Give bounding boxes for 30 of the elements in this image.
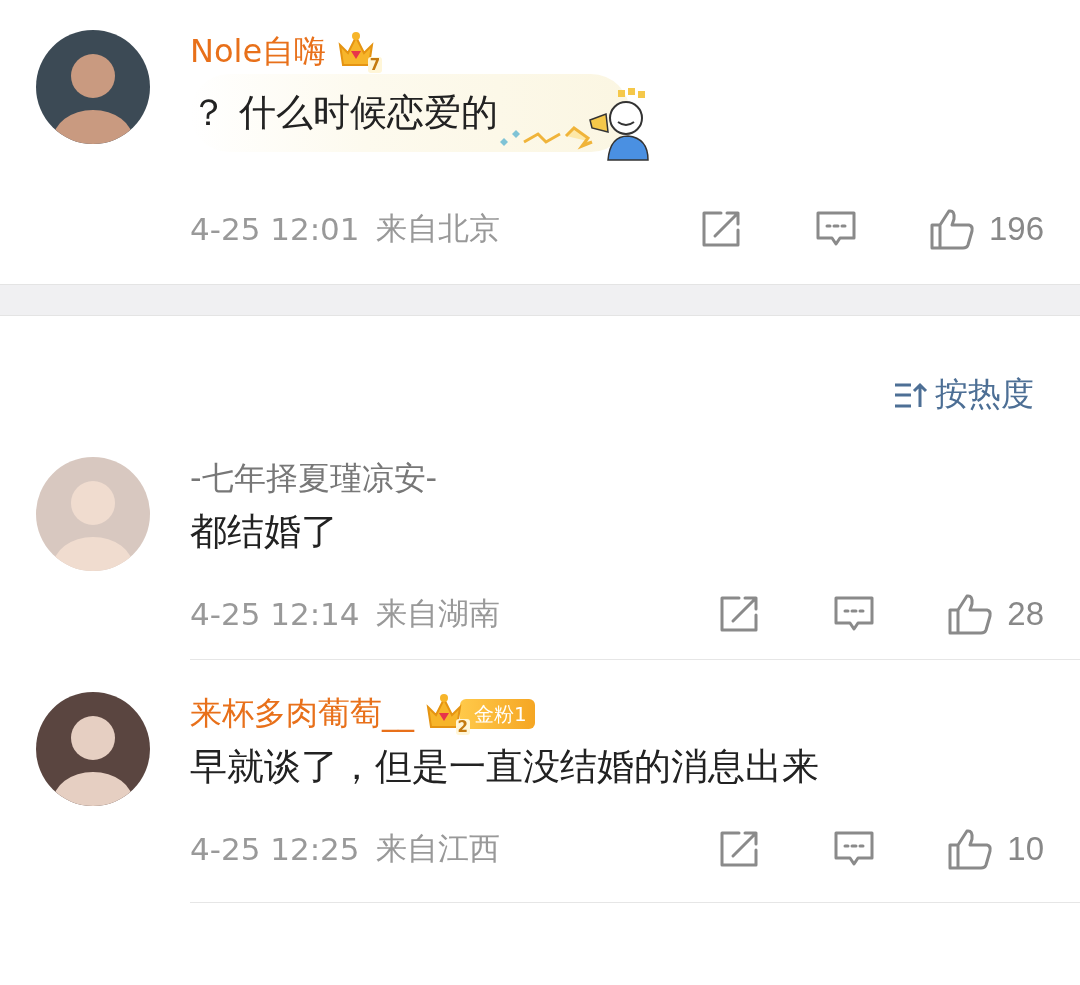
comment-icon	[833, 830, 876, 868]
location: 来自湖南	[375, 594, 500, 633]
location: 来自北京	[375, 209, 500, 248]
crown-level: 2	[455, 719, 470, 735]
like-button[interactable]: 28	[947, 592, 1044, 636]
location: 来自江西	[375, 829, 500, 868]
comment-text: ？ 什么时候恋爱的	[190, 90, 498, 136]
thumbs-up-icon	[928, 207, 975, 251]
username[interactable]: -七年择夏瑾凉安-	[190, 457, 438, 501]
comment-text: 都结婚了	[190, 509, 338, 555]
username[interactable]: 来杯多肉葡萄__	[190, 692, 414, 736]
timestamp: 4-25 12:01	[190, 211, 360, 247]
comment-text: 早就谈了，但是一直没结婚的消息出来	[190, 744, 819, 790]
crown-level: 7	[367, 57, 383, 73]
thumbs-up-icon	[947, 592, 994, 636]
comment-icon	[814, 210, 857, 248]
share-button[interactable]	[700, 210, 743, 248]
like-button[interactable]: 196	[928, 207, 1044, 251]
timestamp: 4-25 12:14	[190, 596, 360, 632]
comment-button[interactable]	[814, 210, 857, 248]
sort-button[interactable]: 按热度	[893, 372, 1034, 417]
comment-icon	[833, 595, 876, 633]
thumbs-up-icon	[947, 827, 994, 871]
username[interactable]: Nole自嗨	[190, 30, 327, 74]
sort-icon	[893, 380, 929, 409]
timestamp: 4-25 12:25	[190, 831, 360, 867]
comment-button[interactable]	[833, 830, 876, 868]
share-icon	[700, 210, 743, 248]
like-button[interactable]: 10	[947, 827, 1044, 871]
comment-button[interactable]	[833, 595, 876, 633]
